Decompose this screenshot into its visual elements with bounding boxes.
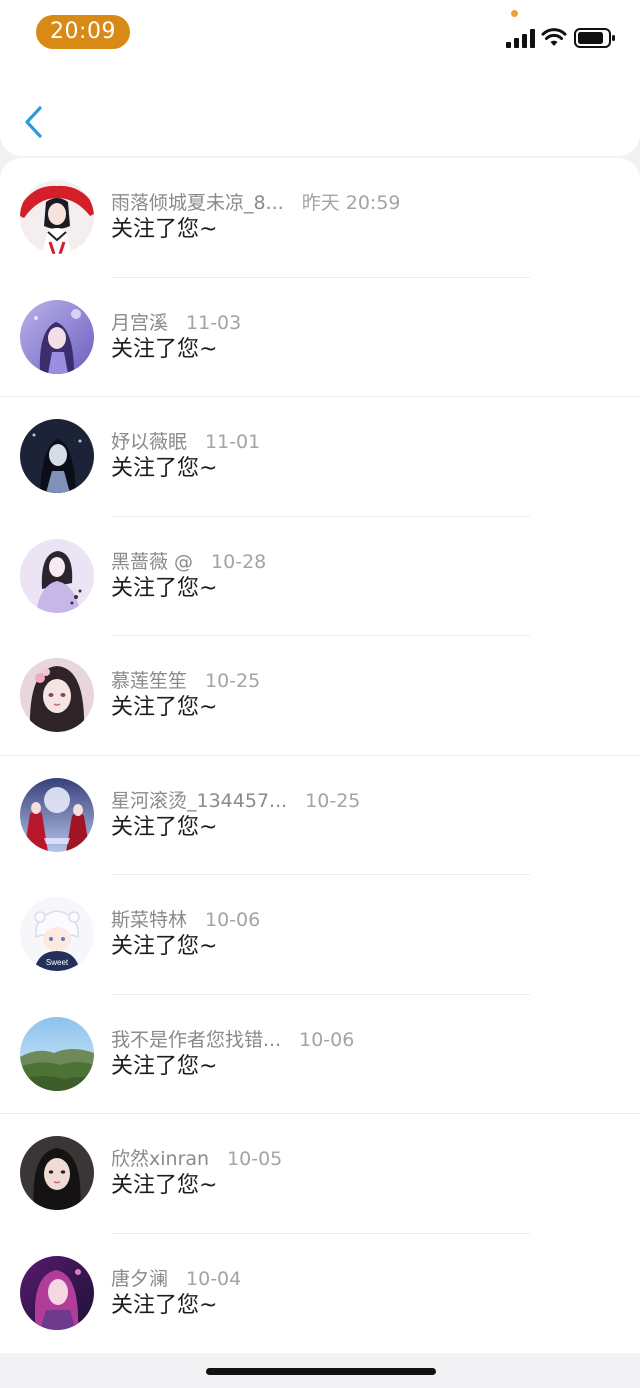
notification-header: 唐夕澜 10-04 (111, 1264, 241, 1294)
avatar[interactable] (20, 419, 94, 493)
avatar-shirt-text: Sweet (46, 958, 69, 967)
notification-message: 关注了您~ (111, 814, 218, 840)
chevron-left-icon (25, 106, 42, 138)
notification-row[interactable]: 慕莲笙笙 10-25 关注了您~ (0, 636, 640, 756)
cellular-signal-icon (506, 29, 535, 48)
notification-time: 10-25 (205, 670, 261, 692)
notification-header: 星河滚烫_134457... 10-25 (111, 786, 360, 816)
avatar[interactable] (20, 1255, 94, 1330)
follow-notification-list: 雨落倾城夏未凉_8... 昨天 20:59 关注了您~ 月宫溪 11-03 关注… (0, 158, 640, 1353)
notification-message: 关注了您~ (111, 336, 218, 362)
notification-message: 关注了您~ (111, 1053, 218, 1079)
notification-header: 欣然xinran 10-05 (111, 1144, 282, 1174)
user-name[interactable]: 我不是作者您找错... (111, 1029, 281, 1051)
notification-time: 10-05 (227, 1148, 283, 1170)
avatar[interactable] (20, 777, 94, 852)
avatar[interactable] (20, 1016, 94, 1091)
user-name[interactable]: 星河滚烫_134457... (111, 790, 287, 812)
notification-time: 10-04 (186, 1267, 242, 1290)
avatar[interactable] (20, 180, 94, 254)
notification-row[interactable]: 黑蔷薇 @ 10-28 关注了您~ (0, 517, 640, 636)
back-button[interactable] (18, 102, 52, 142)
notification-message: 关注了您~ (111, 695, 218, 720)
user-name[interactable]: 唐夕澜 (111, 1268, 168, 1290)
notification-row[interactable]: 我不是作者您找错... 10-06 关注了您~ (0, 995, 640, 1114)
nav-bar (0, 64, 640, 156)
notification-row[interactable]: 星河滚烫_134457... 10-25 关注了您~ (0, 756, 640, 875)
user-name[interactable]: 黑蔷薇 @ (111, 551, 193, 573)
user-name[interactable]: 妤以薇眠 (111, 431, 187, 453)
avatar[interactable] (20, 299, 94, 374)
notification-header: 斯菜特林 10-06 (111, 905, 260, 935)
home-indicator-area (0, 1354, 640, 1388)
notification-header: 月宫溪 11-03 (111, 308, 241, 338)
notification-message: 关注了您~ (111, 456, 218, 481)
avatar[interactable] (20, 658, 94, 732)
avatar[interactable] (20, 538, 94, 613)
notification-time: 10-06 (299, 1028, 355, 1051)
status-bar: 20:09 (0, 0, 640, 64)
notification-message: 关注了您~ (111, 1292, 218, 1318)
notification-header: 妤以薇眠 11-01 (111, 427, 260, 457)
notification-row[interactable]: Sweet 斯菜特林 10-06 关注了您~ (0, 875, 640, 995)
notification-row[interactable]: 月宫溪 11-03 关注了您~ (0, 278, 640, 397)
notification-header: 慕莲笙笙 10-25 (111, 666, 260, 696)
notification-row[interactable]: 雨落倾城夏未凉_8... 昨天 20:59 关注了您~ (0, 158, 640, 278)
notification-time: 10-25 (305, 789, 361, 812)
user-name[interactable]: 雨落倾城夏未凉_8... (111, 192, 284, 214)
status-time[interactable]: 20:09 (36, 15, 130, 49)
notification-message: 关注了您~ (111, 575, 218, 601)
avatar[interactable] (20, 1136, 94, 1210)
user-name[interactable]: 月宫溪 (111, 312, 168, 334)
notification-row[interactable]: 唐夕澜 10-04 关注了您~ (0, 1234, 640, 1354)
notification-message: 关注了您~ (111, 217, 218, 242)
notification-row[interactable]: 妤以薇眠 11-01 关注了您~ (0, 397, 640, 517)
battery-icon (574, 28, 615, 48)
avatar[interactable]: Sweet (20, 897, 94, 971)
notification-row[interactable]: 欣然xinran 10-05 关注了您~ (0, 1114, 640, 1234)
user-name[interactable]: 斯菜特林 (111, 909, 187, 931)
user-name[interactable]: 慕莲笙笙 (111, 670, 187, 692)
mic-indicator-dot (511, 10, 518, 17)
notification-time: 10-28 (211, 550, 267, 573)
notification-header: 我不是作者您找错... 10-06 (111, 1025, 354, 1055)
user-name[interactable]: 欣然xinran (111, 1148, 209, 1170)
notification-header: 黑蔷薇 @ 10-28 (111, 547, 266, 577)
notification-header: 雨落倾城夏未凉_8... 昨天 20:59 (111, 188, 401, 218)
notification-time: 10-06 (205, 909, 261, 931)
home-indicator[interactable] (206, 1368, 436, 1375)
notification-message: 关注了您~ (111, 934, 218, 959)
notification-message: 关注了您~ (111, 1173, 218, 1198)
notification-time: 昨天 20:59 (301, 192, 401, 214)
wifi-icon (541, 28, 567, 46)
notification-time: 11-01 (205, 431, 261, 453)
notification-time: 11-03 (186, 311, 242, 334)
